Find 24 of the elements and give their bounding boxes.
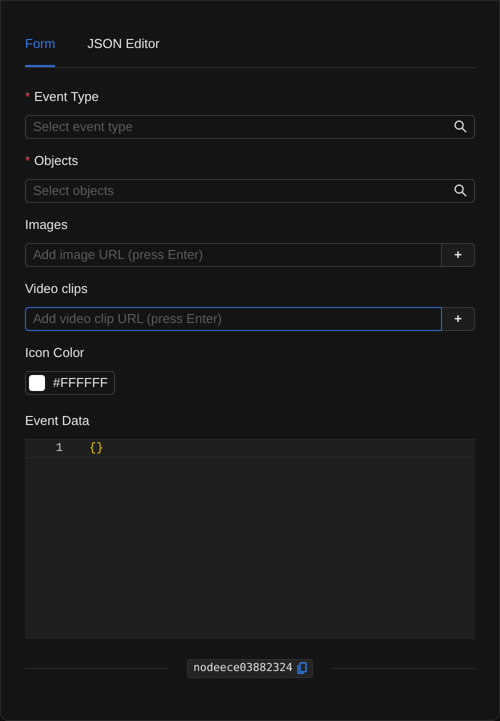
code-line: {} [89,440,104,457]
search-icon [454,120,467,132]
field-label: Images [25,216,68,234]
search-icon [454,184,467,196]
search-field[interactable]: Select event type [25,114,475,138]
color-picker-button[interactable]: #FFFFFF [25,370,115,394]
field-label: Video clips [25,280,88,298]
add-button[interactable]: + [442,242,475,266]
field-label: Icon Color [25,344,84,362]
url-input-field[interactable]: Add image URL (press Enter) [25,242,442,266]
search-field[interactable]: Select objects [25,178,475,202]
url-input-field[interactable]: Add video clip URL (press Enter) [25,306,442,330]
code-editor[interactable]: 1 {} [25,438,475,638]
field-label: Event Data [25,412,90,430]
node-id: nodeece03882324 [193,660,293,676]
field-label: Event Type [34,88,99,106]
required-mark: * [25,88,30,106]
tab[interactable]: Form [25,34,56,66]
required-mark: * [25,152,30,170]
tab[interactable]: JSON Editor [87,34,160,66]
add-button[interactable]: + [442,306,475,330]
field-label: Objects [34,152,78,170]
copy-icon[interactable] [296,662,307,674]
line-number: 1 [54,440,63,457]
